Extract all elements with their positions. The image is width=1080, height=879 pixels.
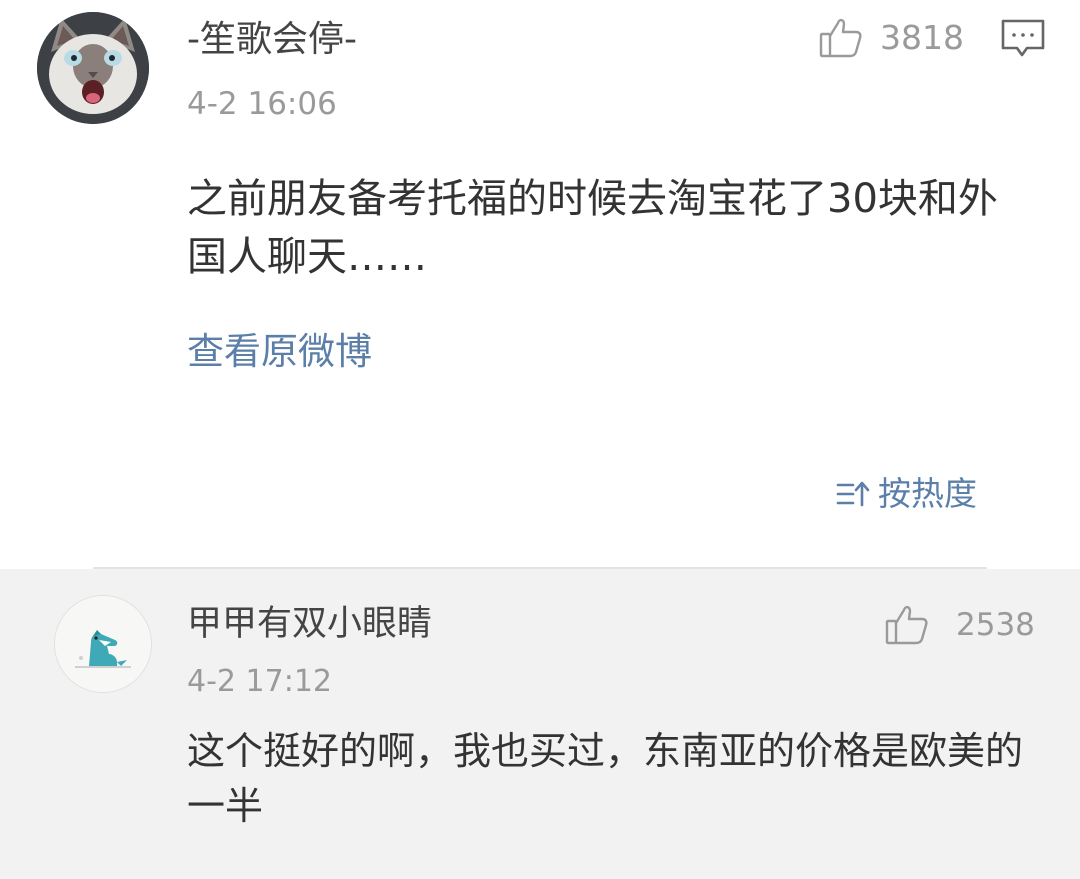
sort-icon (836, 481, 870, 507)
sort-by-hot-button[interactable]: 按热度 (836, 472, 977, 516)
comment-timestamp: 4-2 16:06 (187, 86, 337, 122)
thumbs-up-icon[interactable] (884, 601, 930, 647)
comment-username[interactable]: -笙歌会停- (187, 16, 357, 64)
top-comment: -笙歌会停- 4-2 16:06 3818 之前朋友备考托福的时候去淘宝花了30… (0, 0, 1080, 568)
cat-avatar-icon[interactable] (37, 12, 149, 124)
dinosaur-avatar-icon[interactable] (54, 595, 152, 693)
comment-bubble-icon[interactable] (1000, 18, 1046, 60)
comment-text: 之前朋友备考托福的时候去淘宝花了30块和外国人聊天…… (187, 176, 998, 280)
reply-comment: 甲甲有双小眼睛 4-2 17:12 2538 这个挺好的啊，我也买过，东南亚的价… (0, 569, 1080, 879)
comment-text: 这个挺好的啊，我也买过，东南亚的价格是欧美的一半 (187, 729, 1024, 828)
like-count: 3818 (880, 18, 964, 57)
view-original-link[interactable]: 查看原微博 (187, 327, 372, 377)
like-count: 2538 (956, 607, 1035, 643)
comment-page: -笙歌会停- 4-2 16:06 3818 之前朋友备考托福的时候去淘宝花了30… (0, 0, 1080, 879)
sort-label: 按热度 (878, 474, 977, 513)
thumbs-up-icon[interactable] (818, 14, 864, 60)
comment-timestamp: 4-2 17:12 (187, 664, 332, 699)
comment-username[interactable]: 甲甲有双小眼睛 (187, 601, 432, 647)
